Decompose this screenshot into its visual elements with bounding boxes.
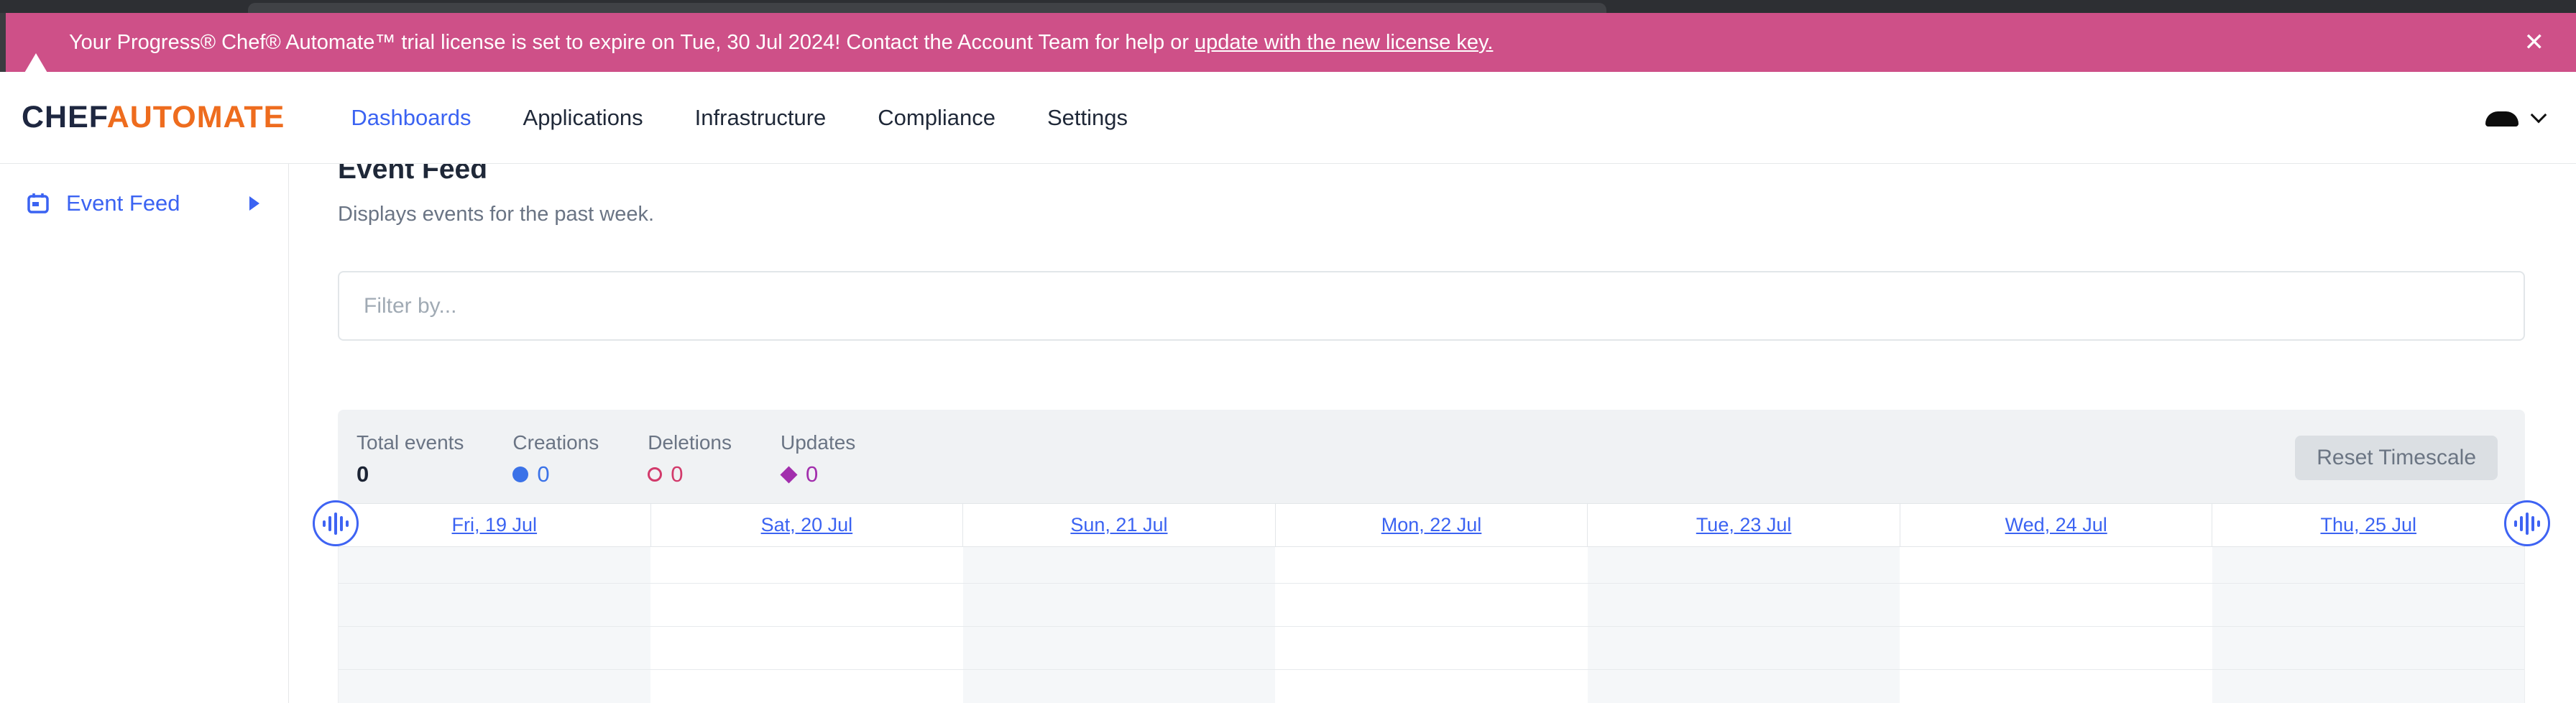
timeline-grid (338, 547, 2525, 703)
day-link-thu-25-jul[interactable]: Thu, 25 Jul (2320, 514, 2416, 536)
day-link-sun-21-jul[interactable]: Sun, 21 Jul (1070, 514, 1167, 536)
sidebar-item-label: Event Feed (66, 190, 180, 216)
stat-value: 0 (537, 463, 549, 486)
chef-automate-logo[interactable]: CHEFAUTOMATE (22, 100, 285, 135)
event-stats: Total events 0 Creations 0 Deletions (356, 431, 2525, 486)
nav-links: Dashboards Applications Infrastructure C… (351, 105, 1128, 131)
stat-value: 0 (806, 463, 818, 486)
timeline-day-cell: Sun, 21 Jul (962, 504, 1275, 546)
sidebar-item-event-feed[interactable]: Event Feed (0, 183, 288, 224)
day-link-fri-19-jul[interactable]: Fri, 19 Jul (452, 514, 538, 536)
grid-row-line (339, 626, 2524, 627)
timeline-day-column (1588, 547, 1900, 703)
grid-row-line (339, 669, 2524, 670)
stat-value: 0 (356, 463, 369, 486)
deletion-marker-icon (648, 467, 662, 482)
nav-item-infrastructure[interactable]: Infrastructure (695, 105, 827, 131)
timeline-day-cell: Mon, 22 Jul (1275, 504, 1588, 546)
timeline-day-column (1275, 547, 1587, 703)
stat-deletions: Deletions 0 (648, 431, 732, 486)
close-icon[interactable]: ✕ (2524, 30, 2545, 55)
update-license-link[interactable]: update with the new license key. (1195, 31, 1493, 55)
timeline-day-column (339, 547, 650, 703)
window-chrome-bar (0, 0, 2576, 13)
calendar-icon (26, 191, 50, 216)
event-timeline: Fri, 19 Jul Sat, 20 Jul Sun, 21 Jul Mon,… (338, 503, 2525, 703)
sidebar: Event Feed (0, 164, 289, 703)
reset-timescale-button[interactable]: Reset Timescale (2295, 436, 2498, 480)
stat-label: Total events (356, 431, 464, 454)
day-link-sat-20-jul[interactable]: Sat, 20 Jul (761, 514, 853, 536)
stat-label: Creations (512, 431, 599, 454)
timeline-day-column (650, 547, 962, 703)
user-menu[interactable] (2485, 109, 2544, 127)
timescale-right-handle[interactable] (2504, 500, 2550, 546)
stat-total-events: Total events 0 (356, 431, 464, 486)
grid-row-line (339, 583, 2524, 584)
timeline-day-cell: Sat, 20 Jul (650, 504, 963, 546)
top-navbar: CHEFAUTOMATE Dashboards Applications Inf… (0, 72, 2576, 164)
stat-creations: Creations 0 (512, 431, 599, 486)
event-feed-card: Total events 0 Creations 0 Deletions (338, 410, 2525, 703)
stat-updates: Updates 0 (781, 431, 855, 486)
timeline-day-cell: Wed, 24 Jul (1900, 504, 2212, 546)
day-link-mon-22-jul[interactable]: Mon, 22 Jul (1381, 514, 1482, 536)
stat-label: Deletions (648, 431, 732, 454)
warning-icon: ! (22, 30, 50, 55)
filter-input[interactable] (338, 271, 2525, 341)
day-link-wed-24-jul[interactable]: Wed, 24 Jul (2005, 514, 2107, 536)
chevron-down-icon (2531, 106, 2547, 123)
timeline-day-cell: Thu, 25 Jul (2212, 504, 2524, 546)
timeline-day-cell: Fri, 19 Jul (339, 504, 650, 546)
timeline-day-header-row: Fri, 19 Jul Sat, 20 Jul Sun, 21 Jul Mon,… (338, 503, 2525, 547)
day-link-tue-23-jul[interactable]: Tue, 23 Jul (1696, 514, 1792, 536)
browser-tab-strip (248, 3, 1606, 13)
logo-automate-text: AUTOMATE (107, 100, 285, 134)
stat-value: 0 (671, 463, 683, 486)
main-content: Event Feed Displays events for the past … (289, 164, 2576, 703)
logo-chef-text: CHEF (22, 100, 107, 134)
nav-item-settings[interactable]: Settings (1047, 105, 1128, 131)
license-warning-banner: ! Your Progress® Chef® Automate™ trial l… (0, 13, 2576, 72)
page-subtitle: Displays events for the past week. (338, 203, 2525, 226)
update-marker-icon (780, 466, 797, 483)
expand-arrow-icon[interactable] (249, 196, 259, 211)
timeline-day-column (2212, 547, 2524, 703)
nav-item-dashboards[interactable]: Dashboards (351, 105, 471, 131)
user-avatar-icon (2485, 109, 2518, 127)
timeline-day-column (963, 547, 1275, 703)
timeline-day-column (1900, 547, 2212, 703)
banner-message: Your Progress® Chef® Automate™ trial lic… (69, 31, 1189, 55)
page-title: Event Feed (338, 164, 2525, 185)
nav-item-applications[interactable]: Applications (523, 105, 643, 131)
stat-label: Updates (781, 431, 855, 454)
timescale-left-handle[interactable] (313, 500, 359, 546)
timeline-day-cell: Tue, 23 Jul (1587, 504, 1900, 546)
nav-item-compliance[interactable]: Compliance (878, 105, 995, 131)
creation-marker-icon (512, 467, 528, 482)
